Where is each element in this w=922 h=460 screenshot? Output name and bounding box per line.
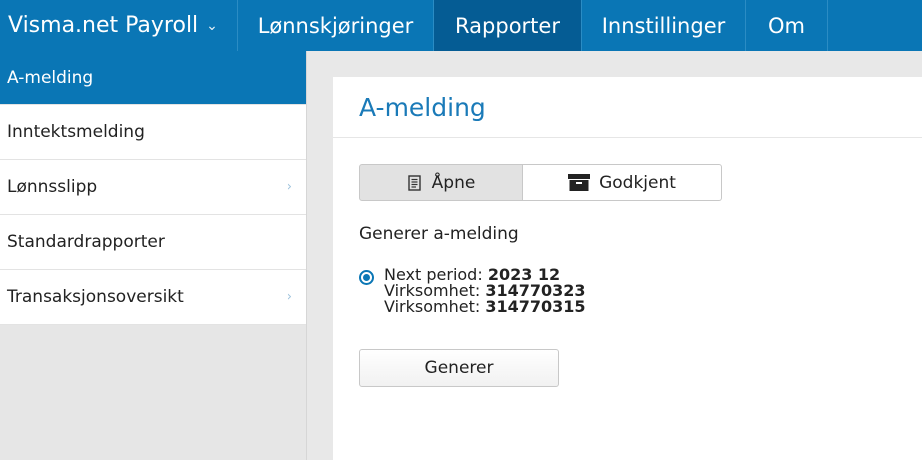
virksomhet-value: 314770315 bbox=[485, 297, 586, 316]
nav-innstillinger[interactable]: Innstillinger bbox=[582, 0, 746, 51]
sidebar-item-standardrapporter[interactable]: Standardrapporter bbox=[0, 215, 306, 270]
nav-label: Om bbox=[768, 13, 805, 38]
sidebar: A-melding Inntektsmelding Lønnsslipp › S… bbox=[0, 51, 307, 460]
sidebar-item-label: Lønnsslipp bbox=[7, 177, 98, 197]
nav-lonnskjoringer[interactable]: Lønnskjøringer bbox=[238, 0, 434, 51]
virksomhet-line: Virksomhet: 314770315 bbox=[384, 299, 586, 315]
period-option[interactable]: Next period: 2023 12 Virksomhet: 3147703… bbox=[359, 267, 586, 315]
nav-label: Rapporter bbox=[455, 13, 560, 38]
app-brand-menu[interactable]: Visma.net Payroll ⌄ bbox=[0, 0, 238, 51]
page-title-text: A-melding bbox=[359, 92, 486, 122]
nav-om[interactable]: Om bbox=[746, 0, 828, 51]
generate-button-label: Generer bbox=[424, 358, 494, 378]
tab-godkjent[interactable]: Godkjent bbox=[523, 164, 722, 201]
top-nav-bar: Visma.net Payroll ⌄ Lønnskjøringer Rappo… bbox=[0, 0, 922, 51]
section-heading: Generer a-melding bbox=[359, 224, 519, 244]
chevron-right-icon: › bbox=[286, 179, 292, 195]
sidebar-item-label: Standardrapporter bbox=[7, 232, 165, 252]
tab-apne[interactable]: Åpne bbox=[359, 164, 523, 201]
archive-icon bbox=[568, 174, 591, 191]
nav-label: Lønnskjøringer bbox=[257, 13, 414, 38]
sidebar-item-transaksjonsoversikt[interactable]: Transaksjonsoversikt › bbox=[0, 270, 306, 325]
sidebar-item-label: A-melding bbox=[7, 67, 94, 88]
sidebar-item-a-melding[interactable]: A-melding bbox=[0, 51, 306, 105]
virksomhet-label: Virksomhet: bbox=[384, 297, 481, 316]
sidebar-item-lonnsslipp[interactable]: Lønnsslipp › bbox=[0, 160, 306, 215]
page-title: A-melding bbox=[333, 77, 922, 138]
radio-button[interactable] bbox=[359, 270, 374, 285]
status-tabs: Åpne Godkjent bbox=[359, 164, 722, 201]
document-icon bbox=[407, 174, 423, 191]
app-brand-label: Visma.net Payroll bbox=[8, 13, 199, 38]
sidebar-item-label: Inntektsmelding bbox=[7, 122, 145, 142]
sidebar-item-label: Transaksjonsoversikt bbox=[7, 287, 184, 307]
chevron-down-icon: ⌄ bbox=[206, 17, 218, 34]
period-details: Next period: 2023 12 Virksomhet: 3147703… bbox=[384, 267, 586, 315]
main-panel: A-melding Åpne Godkjent Generer a-meldin… bbox=[333, 77, 922, 460]
tab-label: Godkjent bbox=[599, 172, 676, 193]
tab-label: Åpne bbox=[431, 172, 476, 193]
sidebar-item-inntektsmelding[interactable]: Inntektsmelding bbox=[0, 105, 306, 160]
generate-button[interactable]: Generer bbox=[359, 349, 559, 387]
nav-rapporter[interactable]: Rapporter bbox=[434, 0, 582, 51]
nav-label: Innstillinger bbox=[601, 13, 726, 38]
chevron-right-icon: › bbox=[286, 289, 292, 305]
